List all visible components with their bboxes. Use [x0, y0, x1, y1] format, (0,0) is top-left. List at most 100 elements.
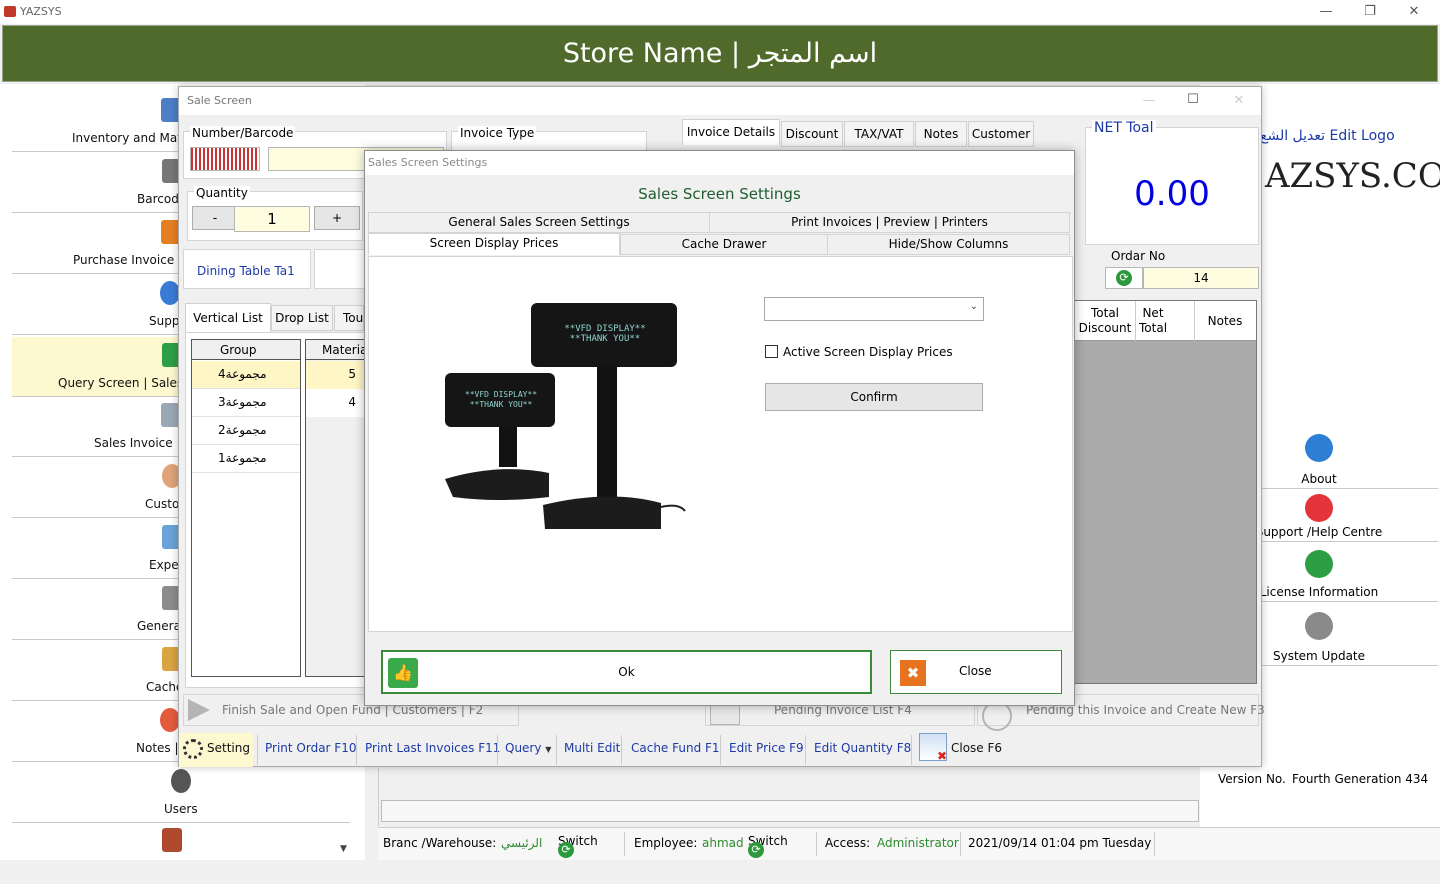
empty-field — [381, 800, 1199, 822]
version-label: Version No. — [1218, 772, 1286, 786]
print-order-button[interactable]: Print Ordar F10 — [265, 741, 356, 761]
tab-vertical-list[interactable]: Vertical List — [185, 303, 271, 333]
separator — [624, 832, 625, 856]
status-bar: Branc /Warehouse: الرئيسي ⟳ Switch Emplo… — [378, 827, 1440, 860]
close-label: Close — [959, 664, 992, 678]
query-dropdown-button[interactable]: Query ▼ — [505, 741, 551, 761]
switch-employee-button[interactable]: ⟳ Switch — [748, 834, 788, 858]
tab-drop-list[interactable]: Drop List — [271, 305, 333, 331]
toolbar-separator — [805, 735, 806, 765]
nav-label: Purchase Invoice — [73, 253, 175, 267]
net-total-box: NET Toal 0.00 — [1085, 120, 1259, 245]
nav-tools[interactable] — [12, 824, 350, 884]
lower-background — [378, 768, 1200, 826]
nav-users[interactable]: Users — [12, 763, 350, 823]
employee-value: ahmad — [702, 836, 744, 850]
tab-discount[interactable]: Discount — [781, 121, 843, 147]
customer-display-image: **VFD DISPLAY** **THANK YOU** **VFD DISP… — [445, 303, 686, 529]
close-button[interactable]: ✖ Close — [890, 650, 1062, 694]
multi-edit-button[interactable]: Multi Edit — [564, 741, 620, 761]
barcode-scanner-icon — [190, 147, 260, 171]
group-row[interactable]: مجموعة3 — [192, 389, 300, 417]
tab-print-invoices[interactable]: Print Invoices | Preview | Printers — [709, 212, 1070, 233]
col-notes: Notes — [1207, 314, 1243, 328]
invoice-grid-header: Total Discount Net Total Notes — [1073, 301, 1256, 341]
info-icon — [1305, 434, 1333, 462]
chevron-down-icon: ⌄ — [969, 301, 978, 312]
separator — [960, 832, 961, 856]
quantity-input[interactable]: 1 — [234, 206, 310, 232]
switch-branch-button[interactable]: ⟳ Switch — [558, 834, 598, 858]
group-row[interactable]: مجموعة1 — [192, 445, 300, 473]
license-icon — [1305, 550, 1333, 578]
minimize-icon[interactable]: — — [1129, 91, 1169, 111]
dining-table-button[interactable]: Dining Table Ta1 — [183, 249, 311, 289]
tab-cache-drawer[interactable]: Cache Drawer — [620, 234, 828, 255]
active-display-label[interactable]: Active Screen Display Prices — [783, 345, 953, 359]
display-port-dropdown[interactable]: ⌄ — [764, 297, 984, 321]
toolbar-separator — [911, 735, 912, 765]
column-separator — [1135, 301, 1136, 341]
edit-quantity-button[interactable]: Edit Quantity F8 — [814, 741, 911, 761]
employee-label: Employee: — [634, 836, 698, 850]
close-icon[interactable]: ✕ — [1394, 2, 1434, 22]
support-button[interactable]: Support /Help Centre — [1256, 492, 1438, 542]
query-label: Query — [505, 741, 542, 755]
tools-icon — [162, 828, 182, 852]
tab-general-sales-settings[interactable]: General Sales Screen Settings — [368, 212, 710, 233]
license-button[interactable]: License Information — [1260, 546, 1438, 602]
tab-tax-vat[interactable]: TAX/VAT — [844, 121, 914, 147]
minimize-icon[interactable]: — — [1306, 2, 1346, 22]
pending-list-icon — [710, 705, 740, 725]
screen-display-prices-page: **VFD DISPLAY** **THANK YOU** **VFD DISP… — [368, 256, 1073, 632]
close-icon[interactable]: ✕ — [1219, 91, 1259, 111]
group-grid: Group مجموعة4 مجموعة3 مجموعة2 مجموعة1 — [191, 339, 301, 677]
nav-label: Query Screen | Sales — [58, 376, 184, 390]
confirm-button[interactable]: Confirm — [765, 383, 983, 411]
group-row[interactable]: مجموعة2 — [192, 417, 300, 445]
scroll-down-icon[interactable]: ▼ — [340, 844, 347, 854]
about-button[interactable]: About — [1260, 432, 1438, 489]
material-header: Materia — [306, 340, 367, 360]
material-count: 5 — [306, 361, 364, 389]
ok-button[interactable]: 👍 Ok — [381, 650, 872, 694]
print-last-invoices-button[interactable]: Print Last Invoices F11 — [365, 741, 500, 761]
tab-customer[interactable]: Customer — [968, 121, 1034, 147]
toolbar-separator — [356, 735, 357, 765]
maximize-icon[interactable]: ☐ — [1173, 90, 1213, 110]
active-display-checkbox[interactable] — [765, 345, 778, 358]
app-icon — [4, 6, 16, 17]
separator — [1154, 832, 1155, 856]
setting-button[interactable]: Setting — [179, 733, 253, 767]
order-refresh-button[interactable]: ⟳ — [1105, 267, 1143, 289]
access-value: Administrator — [877, 836, 959, 850]
tab-touch[interactable]: Tou — [334, 305, 364, 331]
close-f6-button[interactable]: ✖ Close F6 — [919, 733, 1005, 765]
col-total-discount: Total Discount — [1078, 306, 1132, 335]
tab-screen-display-prices[interactable]: Screen Display Prices — [368, 233, 620, 255]
tab-notes[interactable]: Notes — [915, 121, 967, 147]
group-row[interactable]: مجموعة4 — [192, 361, 300, 389]
dining-table-field[interactable] — [314, 249, 368, 289]
material-grid: Materia 5 4 — [305, 339, 367, 677]
system-update-button[interactable]: System Update — [1260, 606, 1438, 666]
quantity-plus-button[interactable]: + — [314, 206, 360, 230]
suppliers-icon — [160, 281, 180, 305]
branch-value: الرئيسي — [501, 836, 543, 850]
edit-logo-link[interactable]: تعديل الشع Edit Logo — [1260, 128, 1395, 144]
edit-price-button[interactable]: Edit Price F9 — [729, 741, 804, 761]
nav-label: Custo — [145, 497, 180, 511]
tab-hide-show-columns[interactable]: Hide/Show Columns — [827, 234, 1070, 255]
tab-invoice-details[interactable]: Invoice Details — [682, 119, 780, 145]
sale-window-titlebar: Sale Screen — ☐ ✕ — [179, 87, 1261, 115]
quantity-minus-button[interactable]: - — [192, 206, 238, 230]
order-no-field: 14 — [1143, 267, 1259, 289]
cache-fund-button[interactable]: Cache Fund F1 — [631, 741, 720, 761]
settings-heading: Sales Screen Settings — [638, 185, 801, 203]
red-x-icon: ✖ — [937, 749, 948, 763]
close-x-icon: ✖ — [900, 660, 926, 686]
restore-icon[interactable]: ❐ — [1350, 2, 1390, 22]
small-display-line2: **THANK YOU** — [470, 400, 533, 409]
quantity-label: Quantity — [194, 186, 250, 200]
close-f6-label: Close F6 — [951, 741, 1003, 755]
